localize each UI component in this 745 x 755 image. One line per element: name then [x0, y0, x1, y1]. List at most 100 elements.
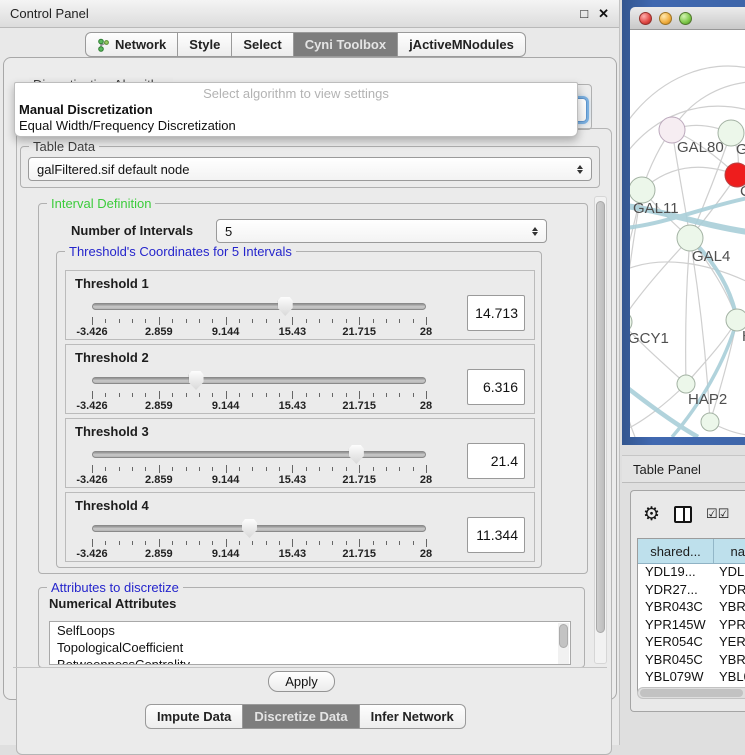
table-panel-bar[interactable]: Table Panel: [622, 455, 745, 483]
tab-label: Discretize Data: [254, 709, 347, 724]
number-of-intervals-spinner[interactable]: 5: [216, 219, 547, 243]
cell-name: YBR0: [714, 652, 745, 670]
slider-thumb[interactable]: [189, 371, 204, 390]
table-hscrollbar-thumb[interactable]: [640, 689, 743, 697]
threshold-value-field[interactable]: 14.713: [467, 295, 525, 331]
threshold-label: Threshold 1: [75, 276, 149, 291]
slider-track: [92, 303, 426, 310]
node-label: GAL4: [692, 248, 730, 265]
cell-shared-name: YER054C: [638, 634, 714, 652]
combo-arrows-icon: [577, 165, 583, 174]
window-title: Control Panel: [10, 6, 89, 21]
attributes-scrollbar-thumb[interactable]: [559, 624, 568, 648]
cell-name: YDL1: [714, 564, 745, 582]
attribute-list-item[interactable]: BetweennessCentrality: [50, 656, 570, 665]
node-label: C: [740, 183, 745, 200]
slider-ticks: [92, 391, 426, 399]
table-row[interactable]: YBR043CYBR0: [638, 599, 745, 617]
node-label: GA: [736, 141, 745, 158]
tab-label: Impute Data: [157, 709, 231, 724]
table-row[interactable]: YBR045CYBR0: [638, 652, 745, 670]
bottom-tab-bar: Impute Data Discretize Data Infer Network: [145, 704, 466, 729]
gear-icon[interactable]: ⚙: [643, 505, 660, 524]
table-row[interactable]: YBL079WYBL0: [638, 669, 745, 687]
tab-select[interactable]: Select: [232, 32, 293, 57]
slider-thumb[interactable]: [242, 519, 257, 538]
threshold-slider[interactable]: -3.4262.8599.14415.4321.71528: [92, 297, 426, 337]
table-row[interactable]: YPR145WYPR1: [638, 617, 745, 635]
numerical-attributes-list[interactable]: SelfLoopsTopologicalCoefficientBetweenne…: [49, 621, 571, 665]
threshold-block-1: Threshold 1 -3.4262.8599.14415.4321.71528…: [65, 270, 535, 340]
attributes-scrollbar[interactable]: [558, 623, 569, 665]
table-hscrollbar[interactable]: [637, 687, 745, 699]
slider-ticks: [92, 465, 426, 473]
node-label: HAP2: [688, 391, 727, 408]
column-header-shared-name[interactable]: shared...: [638, 539, 714, 563]
attributes-group: Attributes to discretize Numerical Attri…: [38, 587, 585, 668]
tab-style[interactable]: Style: [178, 32, 232, 57]
close-traffic-light-icon[interactable]: [639, 12, 652, 25]
tab-network[interactable]: Network: [85, 32, 178, 57]
table-rows: YDL19...YDL1YDR27...YDR2YBR043CYBR0YPR14…: [638, 564, 745, 693]
slider-axis: -3.4262.8599.14415.4321.71528: [92, 400, 426, 412]
threshold-value-field[interactable]: 11.344: [467, 517, 525, 553]
apply-button[interactable]: Apply: [268, 671, 335, 692]
tab-cyni-toolbox[interactable]: Cyni Toolbox: [294, 32, 398, 57]
threshold-label: Threshold 4: [75, 498, 149, 513]
network-node[interactable]: [701, 413, 719, 431]
threshold-slider[interactable]: -3.4262.8599.14415.4321.71528: [92, 371, 426, 411]
table-row[interactable]: YER054CYER0: [638, 634, 745, 652]
algorithm-option-manual[interactable]: Manual Discretization: [15, 102, 577, 118]
cell-name: YPR1: [714, 617, 745, 635]
threshold-value-field[interactable]: 21.4: [467, 443, 525, 479]
table-row[interactable]: YDR27...YDR2: [638, 582, 745, 600]
columns-icon[interactable]: [674, 506, 692, 523]
tab-label: Cyni Toolbox: [305, 37, 386, 52]
checkbox-icons[interactable]: ☑☑: [706, 506, 729, 522]
main-scrollbar[interactable]: [594, 196, 607, 664]
slider-axis: -3.4262.8599.14415.4321.71528: [92, 474, 426, 486]
cell-name: YER0: [714, 634, 745, 652]
network-icon: [97, 38, 110, 52]
cell-name: YBR0: [714, 599, 745, 617]
network-view-window[interactable]: GAL80GACGAL11GAL4GCY1HHAP2: [622, 0, 745, 445]
threshold-slider[interactable]: -3.4262.8599.14415.4321.71528: [92, 445, 426, 485]
table-data-combo[interactable]: galFiltered.sif default node: [28, 157, 592, 181]
threshold-value-field[interactable]: 6.316: [467, 369, 525, 405]
minimize-traffic-light-icon[interactable]: [659, 12, 672, 25]
footer-divider: [13, 667, 607, 668]
column-header-name[interactable]: na: [714, 539, 745, 563]
table-row[interactable]: YDL19...YDL1: [638, 564, 745, 582]
main-scrollbar-thumb[interactable]: [596, 201, 605, 633]
float-icon[interactable]: □: [580, 6, 588, 21]
slider-ticks: [92, 539, 426, 547]
slider-axis: -3.4262.8599.14415.4321.71528: [92, 326, 426, 338]
thresholds-group-title: Threshold's Coordinates for 5 Intervals: [65, 244, 296, 259]
algorithm-popup: Select algorithm to view settings Manual…: [14, 82, 578, 137]
node-label: GCY1: [630, 330, 669, 347]
tab-label: Network: [115, 37, 166, 52]
bottom-tab-discretize-data[interactable]: Discretize Data: [243, 704, 359, 729]
bottom-tab-infer-network[interactable]: Infer Network: [360, 704, 466, 729]
threshold-block-4: Threshold 4 -3.4262.8599.14415.4321.71528…: [65, 492, 535, 562]
table-data-group-title: Table Data: [29, 139, 99, 154]
table-data-group: Table Data galFiltered.sif default node: [20, 146, 600, 188]
cell-shared-name: YPR145W: [638, 617, 714, 635]
algorithm-option-equal-width[interactable]: Equal Width/Frequency Discretization: [15, 118, 577, 134]
attribute-list-item[interactable]: SelfLoops: [50, 622, 570, 639]
tab-jactivemnodules[interactable]: jActiveMNodules: [398, 32, 526, 57]
network-canvas[interactable]: GAL80GACGAL11GAL4GCY1HHAP2: [630, 30, 745, 437]
bottom-tab-impute-data[interactable]: Impute Data: [145, 704, 243, 729]
threshold-slider[interactable]: -3.4262.8599.14415.4321.71528: [92, 519, 426, 559]
spinner-arrows-icon: [532, 227, 538, 236]
slider-thumb[interactable]: [349, 445, 364, 464]
thresholds-group: Threshold's Coordinates for 5 Intervals …: [56, 251, 542, 568]
attribute-list-item[interactable]: TopologicalCoefficient: [50, 639, 570, 656]
close-icon[interactable]: ✕: [598, 6, 609, 22]
cell-shared-name: YBR045C: [638, 652, 714, 670]
slider-thumb[interactable]: [278, 297, 293, 316]
network-window-titlebar[interactable]: [630, 7, 745, 30]
cell-shared-name: YDR27...: [638, 582, 714, 600]
zoom-traffic-light-icon[interactable]: [679, 12, 692, 25]
cell-shared-name: YBL079W: [638, 669, 714, 687]
